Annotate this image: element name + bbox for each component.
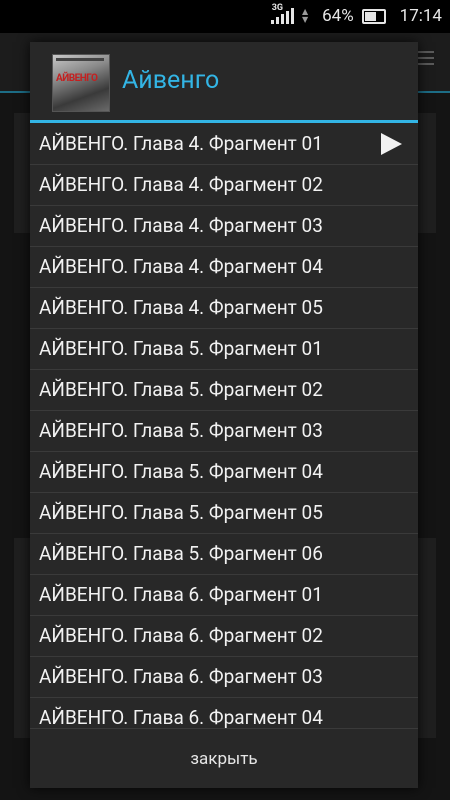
list-item[interactable]: АЙВЕНГО. Глава 4. Фрагмент 05	[30, 288, 418, 329]
list-item-label: АЙВЕНГО. Глава 5. Фрагмент 04	[39, 460, 323, 483]
list-item-label: АЙВЕНГО. Глава 5. Фрагмент 06	[39, 542, 323, 565]
list-item[interactable]: АЙВЕНГО. Глава 6. Фрагмент 01	[30, 575, 418, 616]
battery-percent: 64%	[322, 6, 354, 26]
fragment-list[interactable]: АЙВЕНГО. Глава 4. Фрагмент 01 АЙВЕНГО. Гл…	[30, 124, 418, 728]
list-item[interactable]: АЙВЕНГО. Глава 4. Фрагмент 01	[30, 124, 418, 165]
list-item-label: АЙВЕНГО. Глава 5. Фрагмент 01	[39, 337, 323, 360]
list-item-label: АЙВЕНГО. Глава 6. Фрагмент 02	[39, 624, 323, 647]
list-item-label: АЙВЕНГО. Глава 6. Фрагмент 01	[39, 583, 323, 606]
play-icon[interactable]	[381, 133, 402, 155]
clock: 17:14	[399, 6, 442, 26]
list-item-label: АЙВЕНГО. Глава 4. Фрагмент 02	[39, 173, 323, 196]
title-divider	[30, 120, 418, 123]
list-item[interactable]: АЙВЕНГО. Глава 6. Фрагмент 04	[30, 698, 418, 728]
list-item-label: АЙВЕНГО. Глава 6. Фрагмент 03	[39, 665, 323, 688]
list-item[interactable]: АЙВЕНГО. Глава 6. Фрагмент 02	[30, 616, 418, 657]
list-item[interactable]: АЙВЕНГО. Глава 5. Фрагмент 06	[30, 534, 418, 575]
list-item-label: АЙВЕНГО. Глава 5. Фрагмент 02	[39, 378, 323, 401]
list-item-label: АЙВЕНГО. Глава 4. Фрагмент 05	[39, 296, 323, 319]
list-item-label: АЙВЕНГО. Глава 5. Фрагмент 05	[39, 501, 323, 524]
list-item[interactable]: АЙВЕНГО. Глава 5. Фрагмент 03	[30, 411, 418, 452]
list-item[interactable]: АЙВЕНГО. Глава 6. Фрагмент 03	[30, 657, 418, 698]
list-item-label: АЙВЕНГО. Глава 4. Фрагмент 01	[39, 132, 323, 155]
list-item[interactable]: АЙВЕНГО. Глава 4. Фрагмент 02	[30, 165, 418, 206]
book-cover-image: АЙВЕНГО	[52, 54, 110, 112]
list-item[interactable]: АЙВЕНГО. Глава 5. Фрагмент 05	[30, 493, 418, 534]
battery-icon	[361, 8, 386, 24]
list-item-label: АЙВЕНГО. Глава 5. Фрагмент 03	[39, 419, 323, 442]
list-item-label: АЙВЕНГО. Глава 4. Фрагмент 03	[39, 214, 323, 237]
status-bar: 3G ▲ ▼ 64% 17:14	[0, 0, 450, 33]
list-item[interactable]: АЙВЕНГО. Глава 5. Фрагмент 02	[30, 370, 418, 411]
cover-title: АЙВЕНГО	[56, 73, 98, 84]
list-item[interactable]: АЙВЕНГО. Глава 4. Фрагмент 03	[30, 206, 418, 247]
list-item-label: АЙВЕНГО. Глава 4. Фрагмент 04	[39, 255, 323, 278]
list-item[interactable]: АЙВЕНГО. Глава 5. Фрагмент 04	[30, 452, 418, 493]
list-item[interactable]: АЙВЕНГО. Глава 4. Фрагмент 04	[30, 247, 418, 288]
chapter-list-dialog: АЙВЕНГО Айвенго АЙВЕНГО. Глава 4. Фрагме…	[30, 42, 418, 788]
data-activity-icon: ▲ ▼	[301, 7, 309, 24]
dialog-header: АЙВЕНГО Айвенго	[30, 42, 418, 122]
signal-icon	[270, 8, 294, 24]
dialog-title: Айвенго	[122, 66, 220, 95]
close-button[interactable]: закрыть	[30, 728, 418, 789]
list-item-label: АЙВЕНГО. Глава 6. Фрагмент 04	[39, 706, 323, 728]
menu-icon	[418, 51, 434, 69]
list-item[interactable]: АЙВЕНГО. Глава 5. Фрагмент 01	[30, 329, 418, 370]
